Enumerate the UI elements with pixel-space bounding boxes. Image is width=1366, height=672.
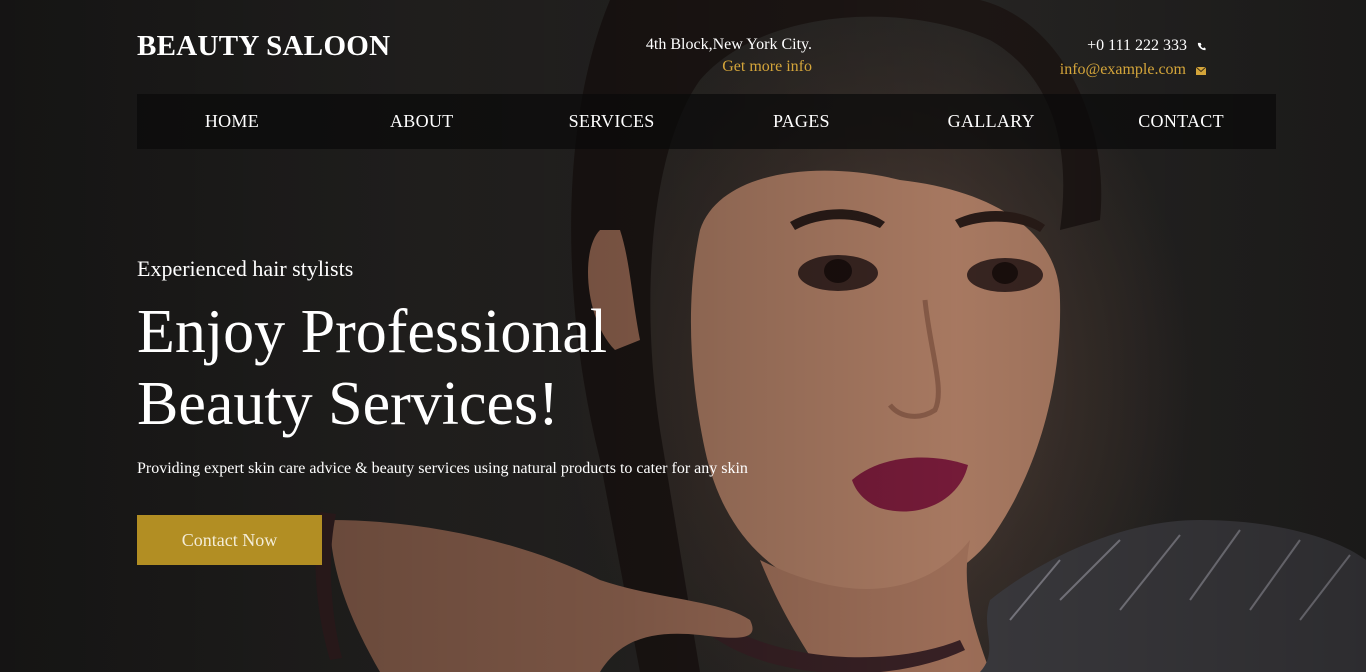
phone-row: +0 111 222 333 [1060, 34, 1206, 58]
hero-tagline: Providing expert skin care advice & beau… [137, 460, 748, 477]
nav-item-services[interactable]: SERVICES [517, 94, 707, 149]
email-row: info@example.com [1060, 58, 1207, 82]
nav-item-about[interactable]: ABOUT [327, 94, 517, 149]
email-address[interactable]: info@example.com [1060, 61, 1186, 78]
nav-item-gallary[interactable]: GALLARY [896, 94, 1086, 149]
address-text: 4th Block,New York City. [645, 36, 812, 53]
phone-number[interactable]: +0 111 222 333 [1087, 37, 1187, 54]
contact-block: +0 111 222 333 info@example.com [1060, 34, 1207, 82]
hero-section: BEAUTY SALOON 4th Block,New York City. G… [0, 0, 1366, 672]
hero-headline: Enjoy Professional Beauty Services! [137, 296, 757, 440]
nav-item-home[interactable]: HOME [137, 94, 327, 149]
address-block: 4th Block,New York City. Get more info [646, 34, 812, 78]
nav-item-pages[interactable]: PAGES [706, 94, 896, 149]
hero-headline-line1: Enjoy Professional [137, 298, 608, 366]
hero-kicker: Experienced hair stylists [137, 256, 354, 281]
main-navigation: HOME ABOUT SERVICES PAGES GALLARY CONTAC… [137, 94, 1276, 149]
site-logo[interactable]: BEAUTY SALOON [137, 30, 390, 63]
phone-icon [1197, 35, 1206, 58]
hero-headline-line2: Beauty Services! [137, 370, 559, 438]
envelope-icon [1195, 59, 1207, 82]
get-more-info-link[interactable]: Get more info [646, 56, 812, 78]
contact-now-button[interactable]: Contact Now [137, 515, 322, 565]
nav-item-contact[interactable]: CONTACT [1086, 94, 1276, 149]
